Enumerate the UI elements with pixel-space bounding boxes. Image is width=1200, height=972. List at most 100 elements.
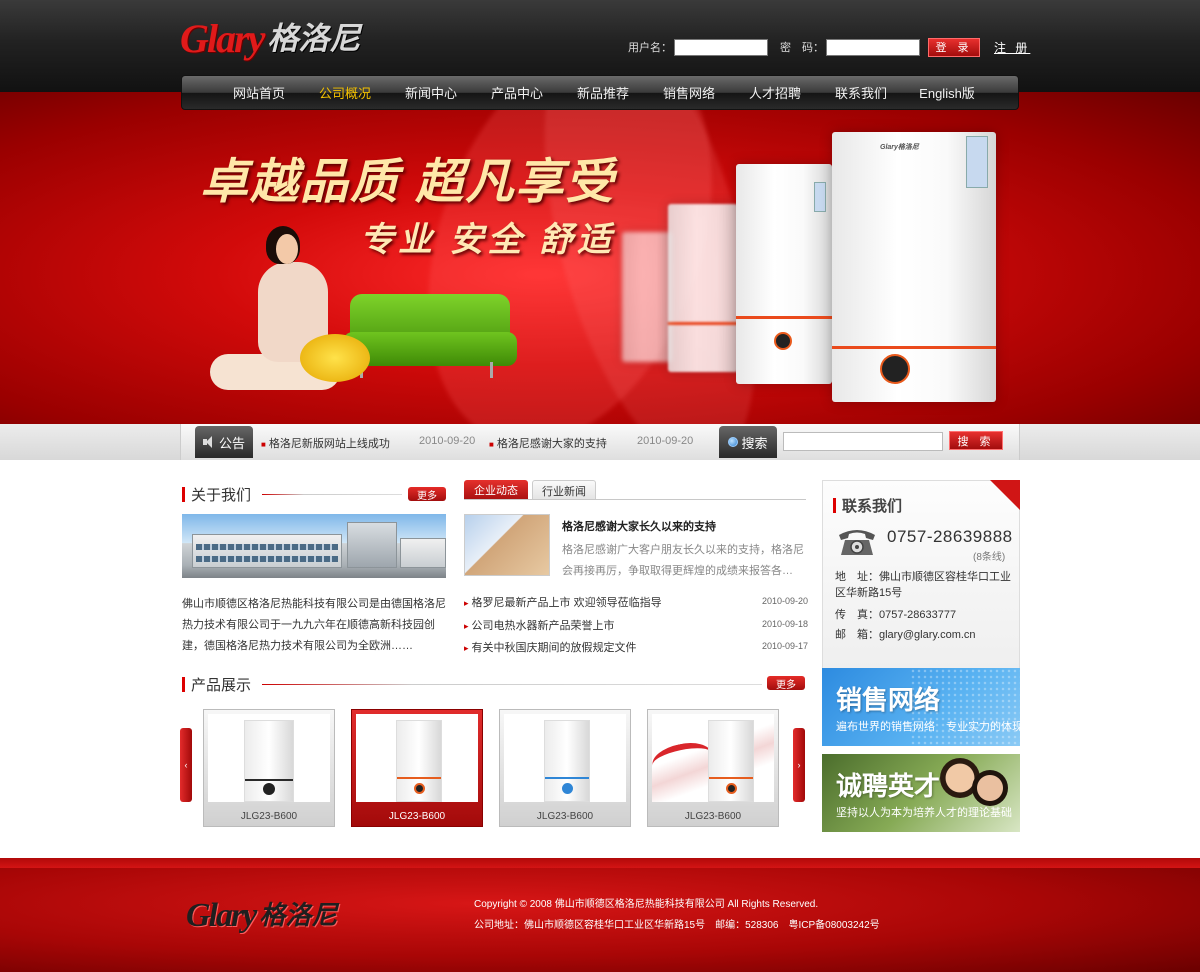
main-nav: 网站首页 公司概况 新闻中心 产品中心 新品推荐 销售网络 人才招聘 联系我们 … — [181, 75, 1019, 110]
title-accent-bar — [182, 677, 185, 692]
hero-banner: 卓越品质 超凡享受 专业 安全 舒适 Glary格洛尼 — [0, 92, 1200, 424]
boiler-product-image — [736, 164, 832, 384]
search-input[interactable] — [783, 432, 943, 451]
news-date: 2010-09-20 — [762, 596, 809, 606]
products-prev-arrow[interactable]: ‹ — [180, 728, 192, 802]
news-item-text: 格罗尼最新产品上市 欢迎领导莅临指导 — [471, 597, 662, 609]
title-accent-bar — [833, 498, 836, 513]
contact-address: 地 址：佛山市顺德区容桂华口工业区华新路15号 — [835, 571, 1011, 599]
section-divider — [262, 684, 762, 685]
username-input[interactable] — [674, 38, 768, 56]
login-button[interactable]: 登 录 — [928, 37, 980, 57]
red-ribbon-decoration — [652, 738, 715, 780]
nav-item-news[interactable]: 新闻中心 — [388, 83, 474, 102]
about-more-button[interactable]: 更多 — [408, 487, 446, 502]
product-card[interactable]: JLG23-B600 — [203, 709, 335, 827]
about-section-title: 关于我们 — [182, 484, 251, 505]
tab-company-news[interactable]: 企业动态 — [464, 480, 528, 500]
password-input[interactable] — [826, 38, 920, 56]
telephone-icon — [839, 530, 875, 555]
boiler-thumbnail — [244, 720, 294, 802]
nav-item-recruitment[interactable]: 人才招聘 — [732, 83, 818, 102]
products-section-title: 产品展示 — [182, 674, 251, 695]
tab-industry-news[interactable]: 行业新闻 — [532, 480, 596, 500]
contact-phone[interactable]: 0757-28639888 — [887, 527, 1013, 547]
banner-slogan-main: 卓越品质 超凡享受 — [200, 156, 616, 209]
news-list-item[interactable]: ▸ 公司电热水器新产品荣誉上市 — [464, 617, 615, 633]
bullet-icon: ■ — [489, 440, 494, 449]
site-logo[interactable]: Glary 格洛尼 — [180, 18, 360, 60]
search-label-text: 搜索 — [741, 435, 768, 451]
notice-item[interactable]: ■ 格洛尼感谢大家的支持 — [489, 435, 607, 451]
notice-item-text: 格洛尼感谢大家的支持 — [496, 438, 607, 450]
contact-email[interactable]: 邮 箱：glary@glary.com.cn — [835, 627, 1015, 643]
products-next-arrow[interactable]: › — [793, 728, 805, 802]
search-button[interactable]: 搜 索 — [949, 431, 1003, 450]
sales-banner-subtitle: 遍布世界的销售网络 专业实力的体现 — [836, 721, 1020, 733]
sofa-leg — [490, 362, 493, 378]
featured-news-thumbnail[interactable] — [464, 514, 550, 576]
boiler-brand-label: Glary格洛尼 — [880, 144, 919, 151]
news-item-text: 公司电热水器新产品荣誉上市 — [471, 620, 615, 632]
site-footer: Glary 格洛尼 Copyright © 2008 佛山市顺德区格洛尼热能科技… — [0, 858, 1200, 972]
boiler-product-image — [622, 232, 672, 362]
product-card[interactable]: JLG23-B600 — [647, 709, 779, 827]
banner-slogan-sub: 专业 安全 舒适 — [360, 221, 615, 259]
nav-item-new-products[interactable]: 新品推荐 — [560, 83, 646, 102]
boiler-product-image — [668, 204, 738, 372]
arrow-bullet-icon: ▸ — [464, 598, 469, 608]
notice-bar-inner: 公告 ■ 格洛尼新版网站上线成功 2010-09-20 ■ 格洛尼感谢大家的支持 2… — [180, 424, 1020, 460]
nav-item-home[interactable]: 网站首页 — [216, 83, 302, 102]
about-description: 佛山市顺德区格洛尼热能科技有限公司是由德国格洛尼热力技术有限公司于一九九六年在顺… — [182, 598, 446, 652]
product-name: JLG23-B600 — [240, 811, 298, 822]
footer-top-stripe — [0, 858, 1200, 868]
building-tower — [347, 522, 397, 568]
contact-title-text: 联系我们 — [842, 498, 903, 515]
bullet-icon: ■ — [261, 440, 266, 449]
nav-item-products[interactable]: 产品中心 — [474, 83, 560, 102]
featured-news-title[interactable]: 格洛尼感谢大家长久以来的支持 — [562, 518, 716, 534]
footer-logo: Glary 格洛尼 — [186, 896, 337, 936]
corner-ribbon — [990, 480, 1020, 510]
notice-date: 2010-09-20 — [637, 435, 694, 447]
product-card[interactable]: JLG23-B600 — [499, 709, 631, 827]
footer-copyright: Copyright © 2008 佛山市顺德区格洛尼热能科技有限公司 All R… — [474, 899, 819, 910]
speaker-icon — [202, 436, 215, 448]
recruitment-banner-title: 诚聘英才 — [836, 771, 941, 801]
news-date: 2010-09-18 — [762, 619, 809, 629]
footer-logo-en: Glary — [186, 897, 257, 934]
password-label: 密 码： — [780, 42, 824, 54]
contact-phone-note: (8条线) — [973, 552, 1006, 563]
products-more-button[interactable]: 更多 — [767, 676, 805, 691]
boiler-thumbnail — [396, 720, 442, 802]
notice-date: 2010-09-20 — [419, 435, 476, 447]
nav-item-sales-network[interactable]: 销售网络 — [646, 83, 732, 102]
recruitment-banner[interactable]: 诚聘英才 坚持以人为本为培养人才的理论基础 — [822, 754, 1020, 832]
product-image — [652, 714, 774, 802]
product-name: JLG23-B600 — [684, 811, 742, 822]
sales-network-banner[interactable]: 销售网络 遍布世界的销售网络 专业实力的体现 — [822, 668, 1020, 746]
login-form: 用户名： 密 码： 登 录 注 册 — [628, 37, 1030, 57]
nav-item-contact[interactable]: 联系我们 — [818, 83, 904, 102]
notice-item[interactable]: ■ 格洛尼新版网站上线成功 — [261, 435, 390, 451]
nav-item-english[interactable]: English版 — [904, 83, 990, 102]
featured-news-summary: 格洛尼感谢广大客户朋友长久以来的支持，格洛尼会再接再厉，争取取得更辉煌的成绩来报… — [562, 544, 804, 577]
register-link[interactable]: 注 册 — [994, 39, 1030, 56]
boiler-product-image: Glary格洛尼 — [832, 132, 996, 402]
news-list-item[interactable]: ▸ 有关中秋国庆期间的放假规定文件 — [464, 639, 637, 655]
products-title-text: 产品展示 — [191, 677, 252, 694]
news-item-text: 有关中秋国庆期间的放假规定文件 — [471, 642, 637, 654]
company-building-image[interactable] — [182, 514, 446, 578]
boiler-thumbnail — [544, 720, 590, 802]
username-label: 用户名： — [628, 42, 672, 54]
product-card-selected[interactable]: JLG23-B600 — [351, 709, 483, 827]
yellow-pillow — [300, 334, 370, 382]
news-date: 2010-09-17 — [762, 641, 809, 651]
news-list-item[interactable]: ▸ 格罗尼最新产品上市 欢迎领导莅临指导 — [464, 594, 662, 610]
search-label: 搜索 — [719, 426, 777, 458]
nav-item-about[interactable]: 公司概况 — [302, 83, 388, 102]
building-windows — [196, 544, 338, 550]
logo-text-cn: 格洛尼 — [267, 21, 361, 57]
person-photo — [972, 770, 1008, 806]
arrow-bullet-icon: ▸ — [464, 643, 469, 653]
